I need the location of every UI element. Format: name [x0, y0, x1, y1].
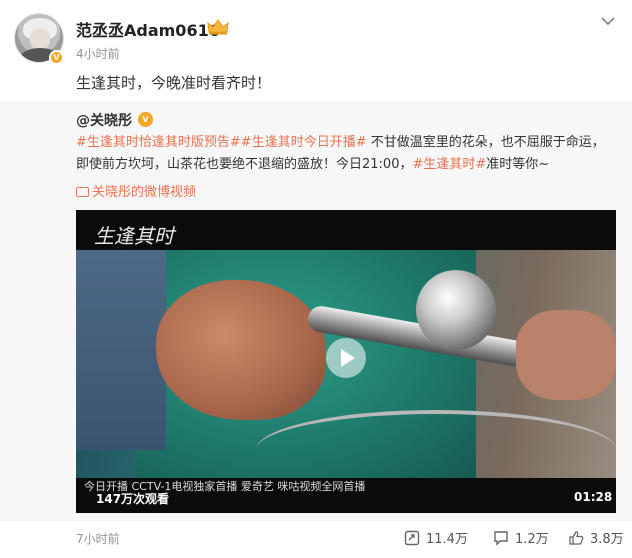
hashtag-link[interactable]: #生逢其时今日开播# — [241, 135, 367, 150]
crown-icon — [207, 19, 229, 35]
original-author[interactable]: @关晓彤 — [76, 110, 132, 130]
original-text: #生逢其时恰逢其时版预告##生逢其时今日开播# 不甘做温室里的花朵，也不屈服于命… — [76, 132, 616, 176]
post-time[interactable]: 4小时前 — [76, 45, 120, 62]
like-icon — [569, 531, 584, 545]
hashtag-link[interactable]: #生逢其时# — [412, 157, 486, 172]
verified-icon: V — [138, 112, 153, 127]
view-count: 147万次观看 — [96, 492, 170, 506]
video-scene — [416, 270, 496, 350]
video-scene — [516, 310, 616, 400]
video-scene — [76, 250, 166, 450]
video-scene — [156, 280, 326, 420]
video-duration: 01:28 — [574, 490, 613, 504]
repost-icon — [404, 530, 420, 546]
video-icon — [76, 187, 89, 197]
weibo-post: V 范丞丞Adam0616 4小时前 生逢其时，今晚准时看齐时！ @关晓彤 V … — [0, 0, 632, 558]
video-title-logo: 生逢其时 — [94, 224, 174, 248]
hashtag-link[interactable]: #生逢其时恰逢其时版预告# — [76, 135, 241, 150]
avatar-face — [30, 28, 50, 50]
username[interactable]: 范丞丞Adam0616 — [76, 17, 220, 41]
comment-button[interactable]: 1.2万 — [493, 528, 549, 547]
video-source-label: 关晓彤的微博视频 — [92, 185, 197, 200]
repost-button[interactable]: 11.4万 — [404, 528, 468, 547]
comment-icon — [494, 531, 508, 546]
like-button[interactable]: 3.8万 — [568, 528, 624, 547]
like-count: 3.8万 — [590, 532, 624, 547]
original-time[interactable]: 7小时前 — [76, 530, 120, 547]
repost-count: 11.4万 — [426, 532, 468, 547]
play-icon[interactable] — [326, 338, 366, 378]
video-source-link[interactable]: 关晓彤的微博视频 — [76, 181, 196, 200]
text-segment: 准时等你~ — [486, 157, 550, 172]
chevron-down-icon[interactable] — [601, 16, 615, 26]
post-text: 生逢其时，今晚准时看齐时！ — [76, 74, 272, 92]
verified-icon: V — [49, 50, 64, 65]
comment-count: 1.2万 — [515, 532, 549, 547]
video-player[interactable]: 生逢其时 今日开播 CCTV-1电视独家首播 爱奇艺 咪咕视频全网首播 147万… — [76, 210, 616, 513]
